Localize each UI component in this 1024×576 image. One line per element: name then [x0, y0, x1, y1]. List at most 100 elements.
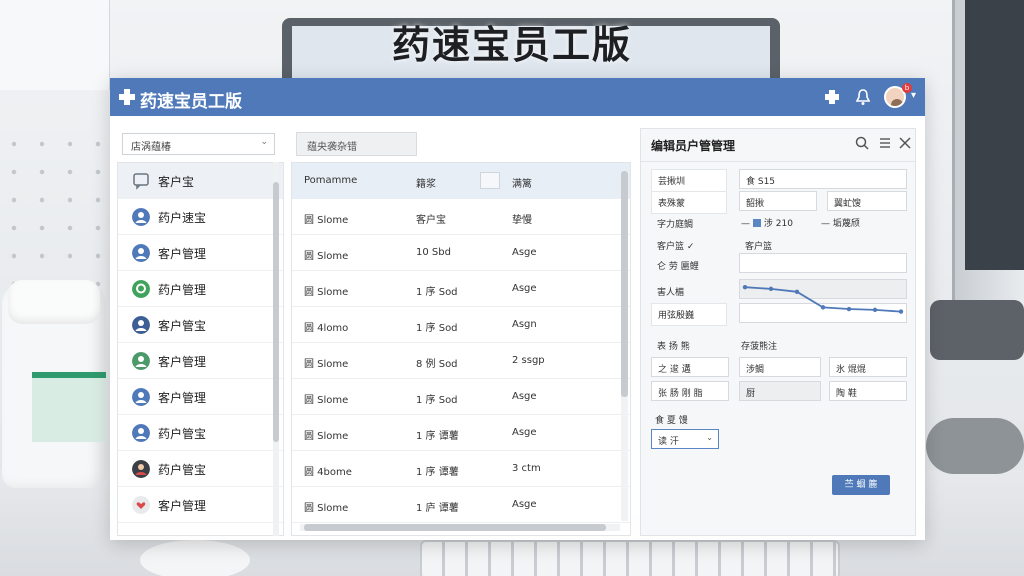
text-field[interactable]: 涉鲷 — [739, 357, 821, 377]
chart-point — [742, 285, 748, 290]
search-icon[interactable] — [855, 136, 869, 150]
scrollbar-thumb[interactable] — [621, 171, 628, 397]
panel-title: 编辑员户管管理 — [651, 139, 736, 153]
table-row[interactable]: 圆 4bome 1 序 谭薯 3 ctm — [292, 451, 630, 487]
field-label: 仑 劳 匾鲤 — [657, 262, 699, 272]
text-field[interactable]: 氷 焜焜 — [829, 357, 907, 377]
sidebar-item-label: 药户管理 — [158, 283, 207, 297]
user-icon — [132, 352, 150, 370]
sidebar-item-label: 客户管理 — [158, 391, 207, 405]
app-titlebar: 药速宝员工版 b ▾ — [110, 78, 925, 116]
table-cell: 1 庐 谭薯 — [416, 503, 459, 514]
table-cell: 圆 Slome — [304, 215, 349, 226]
text-field[interactable]: 韶揪 — [739, 191, 817, 211]
search-input[interactable]: 蕴央袭杂错 — [296, 132, 417, 156]
legend-label: 垢蔑颀 — [832, 219, 860, 229]
column-header[interactable]: Pomamme — [304, 175, 357, 186]
settings-icon[interactable] — [879, 136, 891, 150]
table-cell: 圆 Slome — [304, 251, 349, 262]
chevron-down-icon: ⌄ — [260, 137, 268, 147]
scrollbar-thumb[interactable] — [273, 182, 279, 442]
text-field[interactable]: 之 逡 遘 — [651, 357, 729, 377]
filter-dropdown[interactable]: 店涡蕴椿 ⌄ — [122, 133, 275, 155]
sidebar-item-label: 药户管宝 — [158, 427, 207, 441]
field-label: 表殊蒙 — [651, 191, 727, 214]
sidebar-item-7[interactable]: 药户管宝 — [118, 415, 283, 451]
text-field[interactable] — [739, 253, 907, 273]
sidebar-item-2[interactable]: 客户管理 — [118, 235, 283, 271]
status-select[interactable]: 读 汗 ⌄ — [651, 429, 719, 449]
sidebar-item-label: 药户管宝 — [158, 463, 207, 477]
field-label: 表 扬 熊 — [657, 342, 690, 352]
table-cell: 圆 4bome — [304, 467, 352, 478]
sidebar-item-6[interactable]: 客户管理 — [118, 379, 283, 415]
table-cell: Asge — [512, 283, 537, 294]
sidebar-item-label: 客户管理 — [158, 247, 207, 261]
table-cell: 8 例 Sod — [416, 359, 458, 370]
bell-icon[interactable] — [854, 88, 872, 106]
user-icon — [132, 208, 150, 226]
sidebar-item-1[interactable]: 药户速宝 — [118, 199, 283, 235]
sidebar-item-5[interactable]: 客户管理 — [118, 343, 283, 379]
text-field[interactable]: 陶 鞋 — [829, 381, 907, 401]
text-field[interactable]: 厨 — [739, 381, 821, 401]
trend-chart — [742, 285, 904, 314]
text-field[interactable]: 张 肠 刚 脂 — [651, 381, 729, 401]
table-horizontal-scrollbar[interactable] — [300, 524, 620, 531]
table-cell: Asge — [512, 391, 537, 402]
sidebar-item-4[interactable]: 客户管宝 — [118, 307, 283, 343]
table-scrollbar[interactable] — [621, 171, 628, 521]
edit-panel: 编辑员户管管理 芸揪圳 食 S15 表殊蒙 韶揪 翼虻馊 字力庭鲷 — 涉 21… — [640, 128, 916, 536]
banner-title: 药速宝员工版 — [391, 23, 632, 67]
column-header[interactable]: 籍浆 — [416, 175, 436, 190]
table-cell: 2 ssgp — [512, 355, 545, 366]
table-cell: 圆 Slome — [304, 431, 349, 442]
user-icon — [132, 424, 150, 442]
scrollbar-thumb[interactable] — [304, 524, 606, 531]
chart-point — [768, 286, 774, 292]
table-row[interactable]: 圆 Slome 10 Sbd Asge — [292, 235, 630, 271]
table-row[interactable]: 圆 Slome 客户宝 挚慢 — [292, 199, 630, 235]
close-icon[interactable] — [899, 137, 911, 149]
chevron-down-icon[interactable]: ▾ — [911, 90, 916, 101]
table-row[interactable]: 圆 Slome 1 序 Sod Asge — [292, 379, 630, 415]
sidebar-item-label: 客户宝 — [158, 175, 195, 189]
sidebar-item-8[interactable]: 药户管宝 — [118, 451, 283, 487]
save-button[interactable]: 苎 蛔 簏 — [832, 475, 890, 495]
table-cell: 3 ctm — [512, 463, 541, 474]
sidebar-item-9[interactable]: 客户管理 — [118, 487, 283, 523]
table-row[interactable]: 圆 Slome 1 庐 谭薯 Asge — [292, 487, 630, 523]
field-label: 芸揪圳 — [651, 169, 727, 192]
table-cell: 1 序 谭薯 — [416, 431, 459, 442]
table-row[interactable]: 圆 4lomo 1 序 Sod Asgn — [292, 307, 630, 343]
text-field[interactable]: 翼虻馊 — [827, 191, 907, 211]
user-icon — [132, 244, 150, 262]
field-label: 害人楣 — [657, 288, 685, 298]
table-row[interactable]: 圆 Slome 1 序 谭薯 Asge — [292, 415, 630, 451]
sidebar-scrollbar[interactable] — [273, 162, 279, 536]
medical-cross-icon[interactable] — [823, 88, 841, 106]
sidebar-item-0[interactable]: 客户宝 — [118, 163, 283, 199]
user-icon — [132, 388, 150, 406]
field-label: 客户篮 ✓ — [657, 242, 695, 252]
heart-user-icon — [132, 496, 150, 514]
sidebar-item-3[interactable]: 药户管理 — [118, 271, 283, 307]
table-cell: 圆 4lomo — [304, 323, 349, 334]
table-row[interactable]: 圆 Slome 1 序 Sod Asge — [292, 271, 630, 307]
table-row[interactable]: 圆 Slome 8 例 Sod 2 ssgp — [292, 343, 630, 379]
app-window: 药速宝员工版 b ▾ 店涡蕴椿 ⌄ 蕴央袭杂错 客户宝 药户速宝 客户管理 药户… — [110, 78, 925, 540]
sidebar: 客户宝 药户速宝 客户管理 药户管理 客户管宝 客户管理 客户管理 药户管宝 药… — [117, 162, 284, 536]
panel-divider — [641, 161, 915, 162]
column-sort-toggle[interactable] — [480, 172, 500, 189]
chart-point — [872, 307, 878, 313]
field-label: 用弦殷巍 — [651, 303, 727, 326]
table-cell: 圆 Slome — [304, 287, 349, 298]
customer-table: Pomamme 籍浆 满篱 圆 Slome 客户宝 挚慢 圆 Slome 10 … — [291, 162, 631, 536]
mouse-image — [926, 418, 1024, 474]
medicine-bottle-image — [2, 280, 106, 488]
cup-image — [140, 540, 250, 576]
table-cell: Asge — [512, 247, 537, 258]
sidebar-item-label: 客户管宝 — [158, 319, 207, 333]
column-header[interactable]: 满篱 — [512, 175, 532, 190]
text-field[interactable]: 食 S15 — [739, 169, 907, 189]
